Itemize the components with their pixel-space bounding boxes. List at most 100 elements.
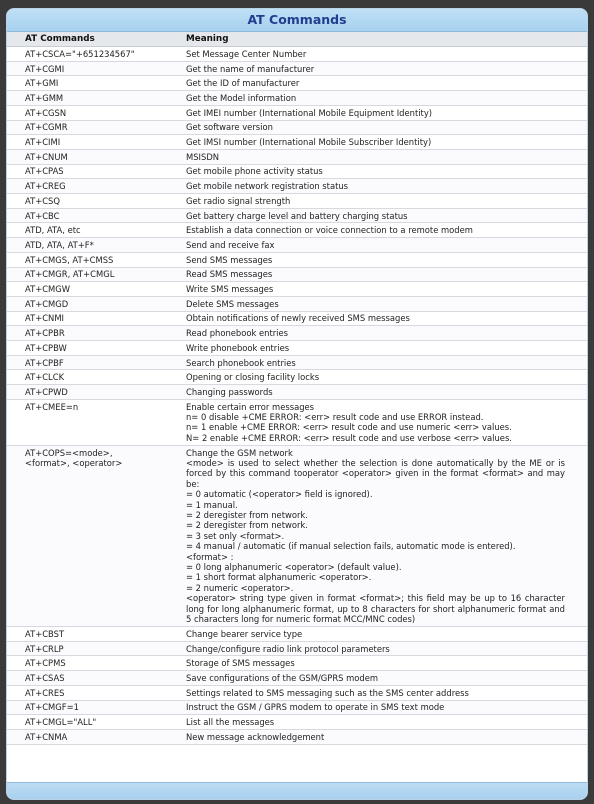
meaning-text: Write SMS messages (186, 284, 274, 295)
table-row: AT+CSQ Get radio signal strength (7, 193, 587, 209)
table-row: AT+CREG Get mobile network registration s… (7, 178, 587, 195)
meaning-text: Change/configure radio link protocol par… (186, 643, 390, 654)
command-text: AT+CSCA="+651234567" (25, 48, 135, 59)
command-text: AT+CPWD (25, 386, 68, 397)
meaning-text: = 3 set only <format>. (186, 530, 285, 541)
command-text: <format>, <operator> (25, 458, 123, 468)
meaning-cell: New message acknowledgement (167, 729, 587, 745)
meaning-cell: Changing passwords (167, 384, 587, 400)
meaning-text: = 0 automatic (<operator> field is ignor… (186, 489, 373, 500)
meaning-cell: Change the GSM network <mode> is used to … (167, 445, 587, 628)
command-text: AT+CMGF=1 (25, 702, 79, 713)
meaning-text: Obtain notifications of newly received S… (186, 313, 410, 324)
meaning-text: <format> : (186, 551, 234, 562)
command-text: AT+CPMS (25, 658, 66, 669)
table-row: AT+CPBR Read phonebook entries (7, 325, 587, 342)
command-text: AT+GMM (25, 92, 64, 103)
meaning-text: = 2 numeric <operator>. (186, 582, 294, 593)
command-text: ATD, ATA, etc (25, 225, 81, 236)
table-row: AT+CNUM MSISDN (7, 149, 587, 165)
meaning-text: Enable certain error messages (186, 401, 315, 412)
command-text: AT+CMGW (25, 284, 71, 295)
meaning-text: = 1 short format alphanumeric <operator>… (186, 572, 372, 583)
table-row: AT+CSCA="+651234567" Set Message Center N… (7, 46, 587, 62)
meaning-text: Get IMEI number (International Mobile Eq… (186, 107, 433, 118)
meaning-text: n= 1 enable +CME ERROR: <err> result cod… (186, 422, 512, 433)
table-row: AT+CMGF=1 Instruct the GSM / GPRS modem t… (7, 700, 587, 716)
command-cell: AT+CMGF=1 (7, 700, 167, 716)
meaning-cell: Get the Model information (167, 90, 587, 106)
command-cell: AT+COPS=<mode>, <format>, <operator> (7, 445, 167, 628)
command-cell: AT+CMGL="ALL" (7, 714, 167, 730)
meaning-text: Get IMSI number (International Mobile Su… (186, 137, 432, 148)
command-cell: AT+CPBR (7, 325, 167, 342)
meaning-text: = 4 manual / automatic (if manual select… (186, 541, 516, 552)
table-row: AT+CMEE=n Enable certain error messages n=… (7, 399, 587, 446)
meaning-text: Send SMS messages (186, 254, 273, 265)
command-text: AT+CMGL="ALL" (25, 717, 97, 728)
meaning-cell: Obtain notifications of newly received S… (167, 311, 587, 327)
command-text: AT+CPBR (25, 328, 65, 339)
at-commands-panel: AT Commands AT Commands Meaning AT+CSCA=… (6, 8, 588, 800)
meaning-cell: Establish a data connection or voice con… (167, 222, 587, 239)
table-row: AT+CBC Get battery charge level and batte… (7, 208, 587, 224)
table-row: AT+CMGD Delete SMS messages (7, 296, 587, 312)
command-cell: AT+CSCA="+651234567" (7, 46, 167, 62)
table-row: ATD, ATA, etc Establish a data connection… (7, 222, 587, 239)
meaning-text: Get software version (186, 122, 273, 133)
meaning-text: N= 2 enable +CME ERROR: <err> result cod… (186, 432, 512, 443)
meaning-cell: Instruct the GSM / GPRS modem to operate… (167, 700, 587, 716)
meaning-text: Search phonebook entries (186, 357, 296, 368)
command-cell: AT+CMGW (7, 281, 167, 297)
command-cell: AT+CGSN (7, 105, 167, 121)
table-row: AT+CNMA New message acknowledgement (7, 729, 587, 745)
command-text: AT+COPS=<mode>, (25, 447, 113, 458)
command-cell: AT+CMGD (7, 296, 167, 312)
command-cell: AT+CMEE=n (7, 399, 167, 446)
meaning-cell: Search phonebook entries (167, 355, 587, 371)
command-text: AT+GMI (25, 78, 59, 89)
meaning-cell: Send SMS messages (167, 252, 587, 268)
meaning-text: = 2 deregister from network. (186, 510, 308, 521)
table-row: AT+CIMI Get IMSI number (International Mo… (7, 134, 587, 150)
table-row: AT+CPBW Write phonebook entries (7, 340, 587, 356)
meaning-cell: Get software version (167, 120, 587, 136)
command-cell: AT+CBST (7, 626, 167, 642)
meaning-text: Get mobile phone activity status (186, 166, 323, 177)
meaning-cell: Write SMS messages (167, 281, 587, 297)
meaning-text: = 2 deregister from network. (186, 520, 308, 531)
meaning-cell: Enable certain error messages n= 0 disabl… (167, 399, 587, 446)
meaning-cell: Write phonebook entries (167, 340, 587, 356)
command-text: AT+CIMI (25, 137, 61, 148)
meaning-text: MSISDN (186, 151, 220, 162)
meaning-text: Get battery charge level and battery cha… (186, 210, 408, 221)
command-text: AT+CGSN (25, 107, 67, 118)
meaning-cell: Get IMEI number (International Mobile Eq… (167, 105, 587, 121)
command-text: AT+CBC (25, 210, 60, 221)
table-row: ATD, ATA, AT+F* Send and receive fax (7, 237, 587, 253)
meaning-cell: MSISDN (167, 149, 587, 165)
meaning-text: Save configurations of the GSM/GPRS mode… (186, 672, 379, 683)
table-row: AT+CPAS Get mobile phone activity status (7, 164, 587, 180)
meaning-text: List all the messages (186, 717, 275, 728)
command-text: AT+CPBW (25, 342, 67, 353)
table-row: AT+CSAS Save configurations of the GSM/GP… (7, 670, 587, 686)
command-cell: AT+CPBW (7, 340, 167, 356)
table-row: AT+CMGW Write SMS messages (7, 281, 587, 297)
command-cell: AT+CSQ (7, 193, 167, 209)
meaning-text: Establish a data connection or voice con… (186, 225, 473, 236)
command-cell: AT+CBC (7, 208, 167, 224)
meaning-cell: List all the messages (167, 714, 587, 730)
meaning-text: Send and receive fax (186, 239, 275, 250)
command-cell: AT+CLCK (7, 369, 167, 386)
meaning-cell: Send and receive fax (167, 237, 587, 253)
table-row: AT+CGSN Get IMEI number (International Mo… (7, 105, 587, 121)
command-cell: AT+CMGS, AT+CMSS (7, 252, 167, 268)
meaning-cell: Save configurations of the GSM/GPRS mode… (167, 670, 587, 686)
command-cell: AT+CPAS (7, 164, 167, 180)
meaning-cell: Change bearer service type (167, 626, 587, 642)
meaning-text: Delete SMS messages (186, 298, 279, 309)
table-row: AT+COPS=<mode>, <format>, <operator> Chang… (7, 445, 587, 628)
table-row: AT+CMGS, AT+CMSS Send SMS messages (7, 252, 587, 268)
command-cell: AT+CNUM (7, 149, 167, 165)
